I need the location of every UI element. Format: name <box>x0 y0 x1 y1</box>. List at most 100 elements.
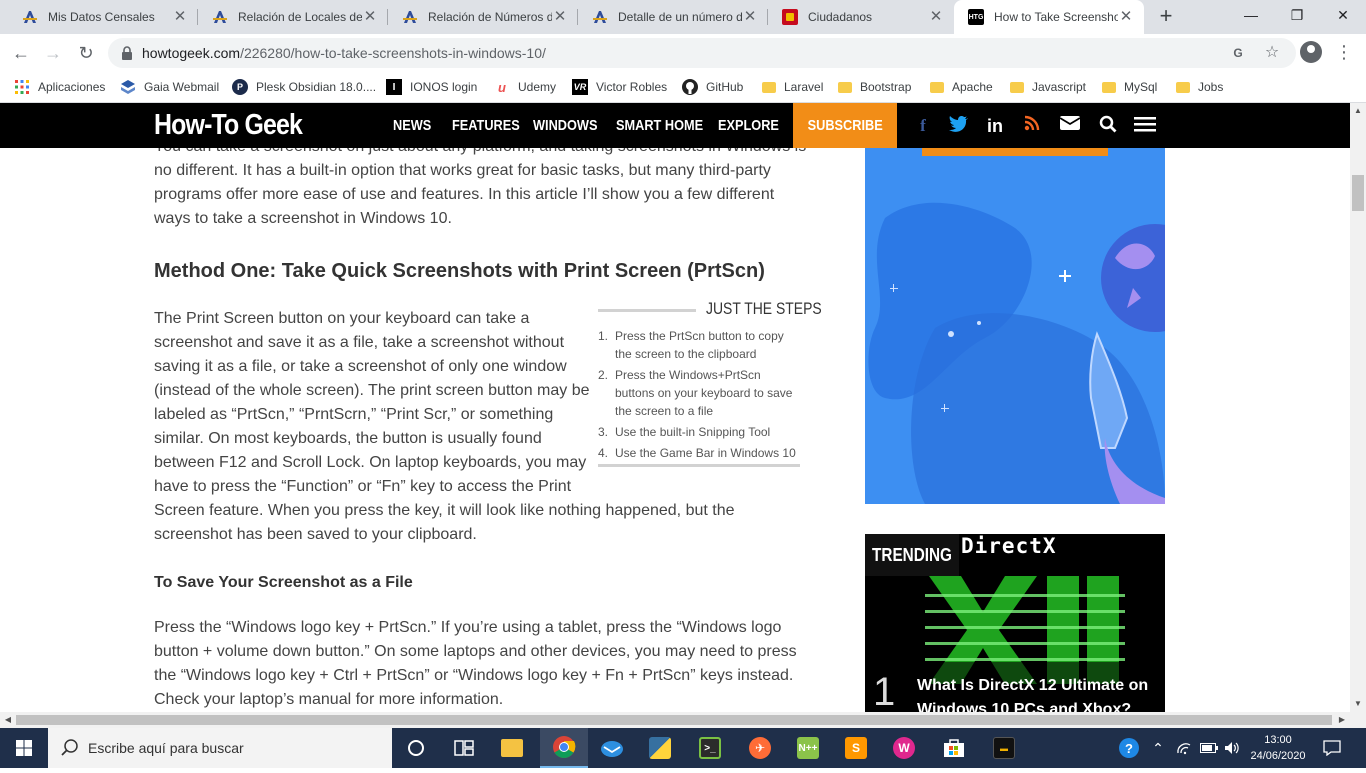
bookmark-github[interactable]: GitHub <box>682 76 743 98</box>
twitter-icon[interactable] <box>948 115 970 137</box>
tab-ciudadanos[interactable]: Ciudadanos ✕ <box>768 0 954 34</box>
new-tab-button[interactable]: + <box>1154 5 1178 29</box>
close-icon[interactable]: ✕ <box>172 9 188 25</box>
bookmark-aplicaciones[interactable]: Aplicaciones <box>14 76 105 98</box>
battery-icon[interactable] <box>1198 728 1220 768</box>
more-menu-icon[interactable]: ⋮ <box>1334 42 1354 62</box>
help-icon[interactable]: ? <box>1116 728 1142 768</box>
clock-date: 24/06/2020 <box>1250 750 1306 762</box>
site-logo[interactable]: How-To Geek <box>154 109 303 142</box>
tab-mis-datos-censales[interactable]: Mis Datos Censales ✕ <box>8 0 198 34</box>
linkedin-icon[interactable]: in <box>984 115 1006 137</box>
bookmark-label: Gaia Webmail <box>144 80 220 94</box>
chrome-icon[interactable] <box>540 728 588 768</box>
notifications-icon[interactable] <box>1318 728 1346 768</box>
url-text[interactable]: howtogeek.com/226280/how-to-take-screens… <box>142 45 546 61</box>
bookmark-folder-bootstrap[interactable]: Bootstrap <box>838 76 911 98</box>
taskbar-search[interactable]: Escribe aquí para buscar <box>48 728 392 768</box>
steps-list: 1. Press the PrtScn button to copy the sc… <box>598 327 800 465</box>
nav-features[interactable]: FEATURES <box>452 117 520 134</box>
windows-taskbar: Escribe aquí para buscar >_ ✈ N++ S W ▬ … <box>0 728 1366 768</box>
forward-icon[interactable]: → <box>40 40 66 66</box>
apps-grid-icon <box>14 79 30 95</box>
nav-smart-home[interactable]: SMART HOME <box>616 117 703 134</box>
wifi-icon[interactable] <box>1174 728 1194 768</box>
bookmark-star-icon[interactable]: ☆ <box>1262 43 1282 63</box>
facebook-icon[interactable]: f <box>914 115 932 137</box>
sublime-text-icon[interactable]: S <box>832 728 880 768</box>
translate-icon[interactable]: G <box>1228 43 1248 63</box>
tab-relacion-locales[interactable]: Relación de Locales de ✕ <box>198 0 388 34</box>
rss-icon[interactable] <box>1022 115 1042 137</box>
close-icon[interactable]: ✕ <box>928 9 944 25</box>
tab-relacion-numeros[interactable]: Relación de Números d ✕ <box>388 0 578 34</box>
nav-news[interactable]: NEWS <box>393 117 431 134</box>
hamburger-menu-icon[interactable] <box>1134 115 1156 137</box>
reload-icon[interactable]: ↻ <box>73 40 99 66</box>
bookmark-folder-apache[interactable]: Apache <box>930 76 993 98</box>
search-icon[interactable] <box>1097 115 1119 137</box>
vertical-scrollbar[interactable]: ▲ ▼ <box>1350 103 1366 712</box>
back-icon[interactable]: ← <box>8 40 34 66</box>
microsoft-store-icon[interactable] <box>930 728 978 768</box>
close-icon[interactable]: ✕ <box>742 9 758 25</box>
horizontal-scrollbar[interactable]: ◀ ▶ <box>0 712 1366 728</box>
mail-icon[interactable] <box>1059 115 1081 137</box>
nav-windows[interactable]: WINDOWS <box>533 117 597 134</box>
close-window-button[interactable]: ✕ <box>1320 0 1366 30</box>
plesk-icon: P <box>232 79 248 95</box>
sidebar-ad[interactable] <box>865 148 1165 504</box>
bookmark-folder-jobs[interactable]: Jobs <box>1176 76 1223 98</box>
tab-how-to-take-screenshots[interactable]: HTG How to Take Screensho ✕ <box>954 0 1144 34</box>
scroll-right-arrow[interactable]: ▶ <box>1334 712 1350 728</box>
task-view-icon[interactable] <box>440 728 488 768</box>
bookmark-ionos[interactable]: I IONOS login <box>386 76 477 98</box>
save-file-paragraph: Press the “Windows logo key + PrtScn.” I… <box>154 619 797 708</box>
chevron-up-icon[interactable]: ⌃ <box>1148 728 1168 768</box>
bookmark-victor-robles[interactable]: VR Victor Robles <box>572 76 667 98</box>
python-icon[interactable] <box>636 728 684 768</box>
scroll-left-arrow[interactable]: ◀ <box>0 712 16 728</box>
account-avatar[interactable] <box>1300 41 1322 63</box>
photo-viewer-icon[interactable]: ▬ <box>980 728 1028 768</box>
folder-icon <box>1176 81 1190 93</box>
bookmark-folder-javascript[interactable]: Javascript <box>1010 76 1086 98</box>
bookmark-folder-laravel[interactable]: Laravel <box>762 76 823 98</box>
file-explorer-icon[interactable] <box>488 728 536 768</box>
bookmark-folder-mysql[interactable]: MySql <box>1102 76 1157 98</box>
address-bar[interactable]: howtogeek.com/226280/how-to-take-screens… <box>108 38 1296 68</box>
print-screen-paragraph: The Print Screen button on your keyboard… <box>154 310 590 495</box>
nav-explore[interactable]: EXPLORE <box>718 117 779 134</box>
thumbnail-caption: DirectX <box>961 534 1057 558</box>
browser-toolbar: ← → ↻ howtogeek.com/226280/how-to-take-s… <box>0 34 1366 72</box>
close-icon[interactable]: ✕ <box>1118 9 1134 25</box>
scroll-thumb[interactable] <box>1352 175 1364 211</box>
minimize-button[interactable]: — <box>1228 0 1274 30</box>
restore-button[interactable]: ❐ <box>1274 0 1320 30</box>
terminal-icon[interactable]: >_ <box>686 728 734 768</box>
bookmark-gaia-webmail[interactable]: Gaia Webmail <box>120 76 219 98</box>
close-icon[interactable]: ✕ <box>552 9 568 25</box>
start-button[interactable] <box>0 728 48 768</box>
scroll-down-arrow[interactable]: ▼ <box>1350 696 1366 712</box>
trending-article-link[interactable]: What Is DirectX 12 Ultimate on Windows 1… <box>917 674 1157 712</box>
trending-widget[interactable]: TRENDING DirectX 1 What Is DirectX 12 Ul… <box>865 534 1165 712</box>
cortana-icon[interactable] <box>392 728 440 768</box>
subscribe-button[interactable]: SUBSCRIBE <box>793 103 897 148</box>
scroll-up-arrow[interactable]: ▲ <box>1350 103 1366 119</box>
bookmark-udemy[interactable]: u Udemy <box>494 76 556 98</box>
tab-title: Detalle de un número d <box>618 10 742 24</box>
wamp-icon[interactable]: W <box>880 728 928 768</box>
htg-icon: HTG <box>968 9 984 25</box>
bookmark-label: IONOS login <box>410 80 478 94</box>
close-icon[interactable]: ✕ <box>362 9 378 25</box>
volume-icon[interactable] <box>1222 728 1242 768</box>
postman-icon[interactable]: ✈ <box>736 728 784 768</box>
bookmark-plesk[interactable]: P Plesk Obsidian 18.0.... <box>232 76 376 98</box>
notepad-plus-plus-icon[interactable]: N++ <box>784 728 832 768</box>
lock-icon[interactable] <box>120 46 134 60</box>
tab-detalle-numero[interactable]: Detalle de un número d ✕ <box>578 0 768 34</box>
scroll-thumb[interactable] <box>16 715 1332 725</box>
thunderbird-icon[interactable] <box>588 728 636 768</box>
system-clock[interactable]: 13:00 24/06/2020 <box>1250 732 1306 764</box>
